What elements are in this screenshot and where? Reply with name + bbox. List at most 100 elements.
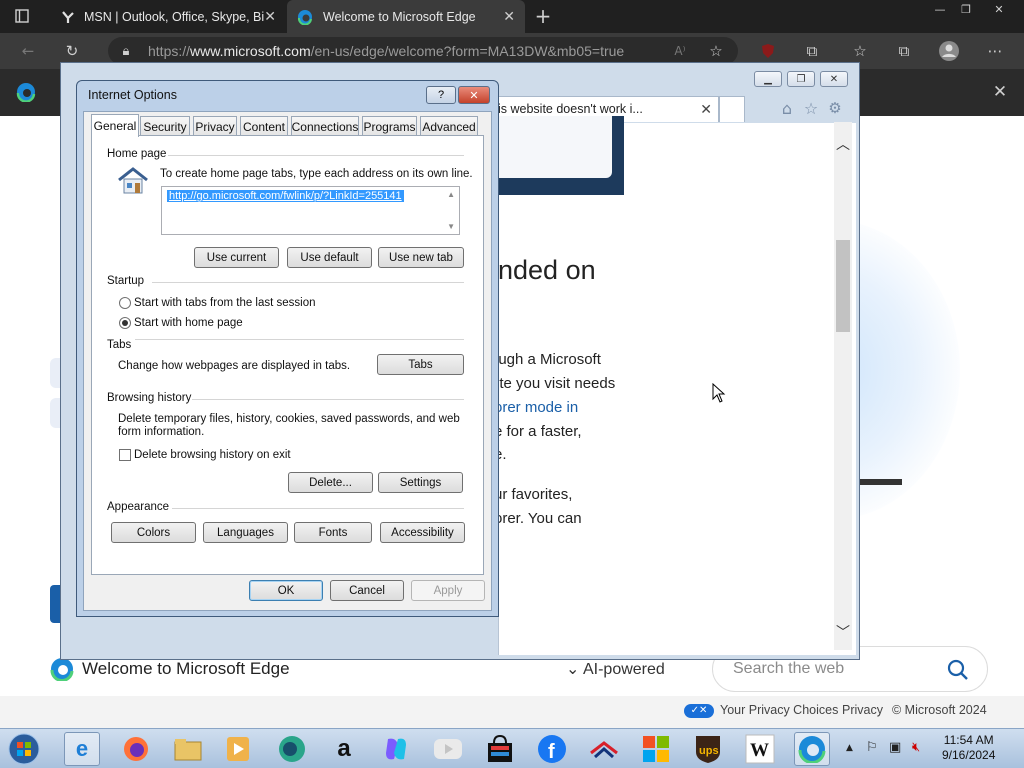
- scroll-up-icon[interactable]: ︿: [831, 132, 855, 156]
- tabs-button[interactable]: Tabs: [377, 354, 464, 375]
- store-icon[interactable]: [482, 732, 518, 766]
- close-tab-icon[interactable]: ✕: [264, 8, 276, 25]
- appearance-heading: Appearance: [107, 501, 170, 513]
- tab-title: Welcome to Microsoft Edge: [323, 9, 476, 24]
- tab-privacy[interactable]: Privacy: [193, 116, 237, 136]
- use-current-button[interactable]: Use current: [194, 247, 279, 268]
- dialog-close-button[interactable]: ✕: [458, 86, 490, 104]
- last-session-label: Start with tabs from the last session: [134, 297, 316, 309]
- tab-content[interactable]: Content: [240, 116, 288, 136]
- media-player-icon[interactable]: [220, 732, 256, 766]
- facebook-icon[interactable]: f: [534, 732, 570, 766]
- tab-advanced[interactable]: Advanced: [420, 116, 478, 136]
- ups-icon[interactable]: ups: [690, 732, 726, 766]
- youtube-icon[interactable]: [430, 732, 466, 766]
- delete-button[interactable]: Delete...: [288, 472, 373, 493]
- url-path: /en-us/edge/welcome?form=MA13DW&mb05=tru…: [310, 43, 625, 59]
- use-new-tab-button[interactable]: Use new tab: [378, 247, 464, 268]
- network-icon[interactable]: ▣: [889, 740, 901, 755]
- extensions-icon[interactable]: ⧉: [800, 39, 824, 63]
- ie-new-tab[interactable]: [719, 96, 745, 122]
- home-page-url-field[interactable]: http://go.microsoft.com/fwlink/p/?LinkId…: [161, 186, 460, 235]
- ie-heading: nded on: [498, 255, 596, 285]
- ie-tab-title: is website doesn't work i...: [498, 102, 643, 116]
- fonts-button[interactable]: Fonts: [294, 522, 372, 543]
- back-icon[interactable]: ←: [16, 39, 40, 63]
- cancel-button[interactable]: Cancel: [330, 580, 404, 601]
- tab-general[interactable]: General: [91, 114, 139, 137]
- scroll-up-icon[interactable]: ▲: [447, 190, 455, 199]
- tab-connections[interactable]: Connections: [291, 116, 359, 136]
- browsing-history-description: Delete temporary files, history, cookies…: [118, 413, 460, 425]
- ie-minimize-icon[interactable]: ▁: [754, 71, 782, 87]
- copilot-icon[interactable]: [378, 732, 414, 766]
- lock-icon[interactable]: 🔒︎: [114, 39, 138, 63]
- languages-button[interactable]: Languages: [203, 522, 288, 543]
- settings-more-icon[interactable]: ⋯: [983, 39, 1007, 63]
- home-page-url: http://go.microsoft.com/fwlink/p/?LinkId…: [167, 190, 404, 202]
- favorites-icon[interactable]: ☆: [848, 39, 872, 63]
- close-tab-icon[interactable]: ✕: [503, 8, 515, 25]
- close-window-icon[interactable]: ✕: [984, 0, 1014, 18]
- wikipedia-icon[interactable]: W: [742, 732, 778, 766]
- ie-scrollbar[interactable]: [834, 122, 852, 650]
- ok-button[interactable]: OK: [249, 580, 323, 601]
- start-orb[interactable]: [6, 732, 42, 766]
- use-default-button[interactable]: Use default: [287, 247, 372, 268]
- apply-button[interactable]: Apply: [411, 580, 485, 601]
- tab-msn[interactable]: MSN | Outlook, Office, Skype, Bi ✕: [50, 0, 286, 33]
- colors-button[interactable]: Colors: [111, 522, 196, 543]
- ie-close-icon[interactable]: ✕: [820, 71, 848, 87]
- scroll-down-icon[interactable]: ﹀: [831, 620, 855, 644]
- clock-date: 9/16/2024: [942, 748, 996, 762]
- radio-last-session[interactable]: [119, 297, 131, 309]
- accessibility-button[interactable]: Accessibility: [380, 522, 465, 543]
- privacy-choices-icon: ✓✕: [684, 704, 714, 718]
- settings-button[interactable]: Settings: [378, 472, 463, 493]
- clock[interactable]: 11:54 AM 9/16/2024: [942, 733, 995, 763]
- privacy-choices-link[interactable]: Your Privacy Choices: [720, 703, 838, 717]
- delete-on-exit-checkbox[interactable]: [119, 449, 131, 461]
- favorites-icon[interactable]: ☆: [799, 96, 823, 120]
- show-hidden-icons[interactable]: ▲: [846, 743, 853, 753]
- profile-icon[interactable]: [937, 39, 961, 63]
- edge-icon[interactable]: [794, 732, 830, 766]
- flag-icon[interactable]: ⚐: [866, 740, 878, 755]
- refresh-icon[interactable]: ↻: [60, 39, 84, 63]
- close-infobar-icon[interactable]: ✕: [988, 80, 1012, 104]
- tab-programs[interactable]: Programs: [362, 116, 417, 136]
- ai-powered-dropdown[interactable]: ⌄ AI-powered: [566, 659, 665, 679]
- file-explorer-icon[interactable]: [170, 732, 206, 766]
- microsoft-icon[interactable]: [638, 732, 674, 766]
- internet-explorer-icon[interactable]: e: [64, 732, 100, 766]
- tabs-description: Change how webpages are displayed in tab…: [118, 360, 351, 372]
- read-aloud-icon[interactable]: A⁾: [668, 39, 692, 63]
- volume-muted-icon[interactable]: 🔇︎: [912, 740, 920, 755]
- divider: [172, 508, 464, 509]
- search-icon[interactable]: [947, 659, 969, 681]
- firefox-icon[interactable]: [118, 732, 154, 766]
- amazon-icon[interactable]: a: [326, 732, 362, 766]
- url-text[interactable]: https://www.microsoft.com/en-us/edge/wel…: [148, 43, 624, 59]
- minimize-icon[interactable]: —: [926, 0, 954, 18]
- privacy-link[interactable]: Privacy: [842, 703, 883, 717]
- ie-restore-icon[interactable]: ❐: [787, 71, 815, 87]
- tab-security[interactable]: Security: [140, 116, 190, 136]
- home-icon[interactable]: ⌂: [775, 96, 799, 120]
- ie-scroll-thumb[interactable]: [836, 240, 850, 332]
- bank-icon[interactable]: [586, 732, 622, 766]
- close-tab-icon[interactable]: ✕: [700, 101, 712, 118]
- help-button[interactable]: ?: [426, 86, 456, 104]
- tab-actions-icon[interactable]: [10, 4, 34, 28]
- add-favorite-icon[interactable]: ☆: [704, 39, 728, 63]
- new-tab-icon[interactable]: +: [531, 4, 555, 28]
- collections-icon[interactable]: ⧉: [892, 39, 916, 63]
- ie-mode-link[interactable]: orer mode in: [494, 399, 578, 416]
- tab-edge-welcome[interactable]: Welcome to Microsoft Edge ✕: [287, 0, 525, 33]
- tools-gear-icon[interactable]: ⚙: [823, 96, 847, 120]
- scroll-down-icon[interactable]: ▼: [447, 222, 455, 231]
- restore-icon[interactable]: ❐: [952, 0, 980, 18]
- radio-home-page[interactable]: [119, 317, 131, 329]
- ublock-icon[interactable]: [756, 39, 780, 63]
- app-icon[interactable]: [274, 732, 310, 766]
